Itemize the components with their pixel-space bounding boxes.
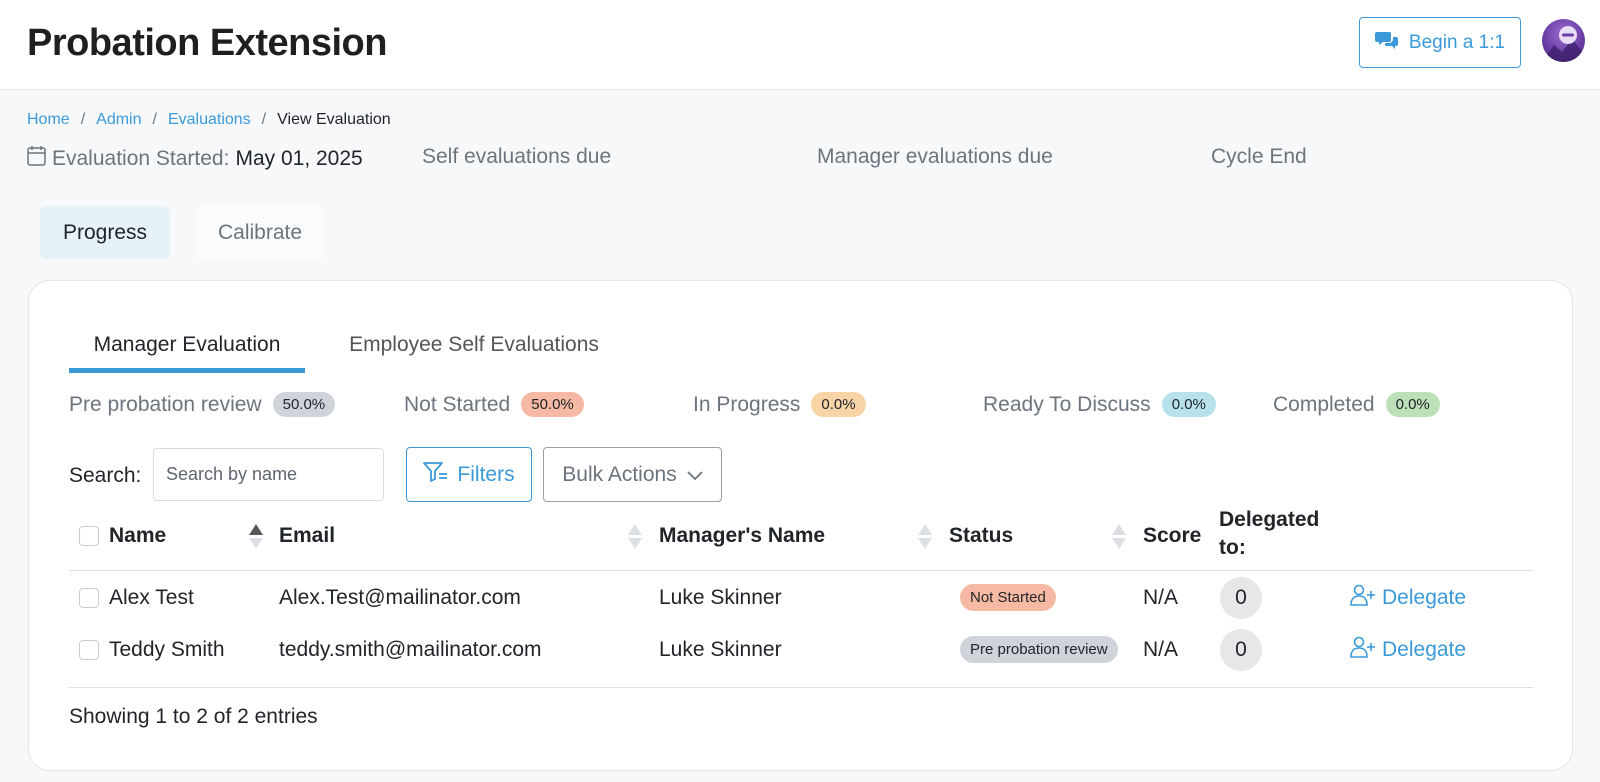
page-title: Probation Extension [27, 22, 387, 64]
table-row: Alex Test Alex.Test@mailinator.com Luke … [69, 572, 1533, 624]
evaluation-started: Evaluation Started: May 01, 2025 [27, 145, 363, 172]
table-entries-info: Showing 1 to 2 of 2 entries [69, 705, 318, 728]
cell-name: Alex Test [109, 586, 194, 609]
delegate-button[interactable]: Delegate [1350, 584, 1466, 612]
sort-status-icon[interactable] [1112, 524, 1126, 550]
stat-not-started: Not Started 50.0% [404, 392, 584, 417]
delegate-button[interactable]: Delegate [1350, 636, 1466, 664]
select-all-checkbox[interactable] [79, 526, 99, 546]
manager-evaluations-due: Manager evaluations due [817, 145, 1053, 168]
cycle-end: Cycle End [1211, 145, 1307, 168]
stat-badge: 0.0% [1385, 392, 1440, 417]
filters-label: Filters [457, 462, 515, 486]
sort-name-icon[interactable] [249, 524, 263, 550]
cell-score: N/A [1143, 638, 1179, 661]
status-badge: Not Started [960, 584, 1056, 611]
column-name[interactable]: Name [109, 524, 166, 548]
breadcrumb-current: View Evaluation [277, 111, 391, 128]
cell-email: teddy.smith@mailinator.com [279, 638, 542, 661]
status-badge: Pre probation review [960, 636, 1118, 663]
stat-label: Completed [1273, 392, 1375, 416]
stat-pre-probation-review: Pre probation review 50.0% [69, 392, 336, 417]
cell-name: Teddy Smith [109, 638, 225, 661]
breadcrumb-separator: / [152, 111, 157, 128]
add-user-icon [1350, 636, 1376, 664]
breadcrumb-admin[interactable]: Admin [96, 111, 141, 129]
begin-one-on-one-button[interactable]: Begin a 1:1 [1359, 17, 1521, 68]
chevron-down-icon [687, 463, 703, 487]
stat-label: Ready To Discuss [983, 392, 1151, 416]
stat-label: In Progress [693, 392, 801, 416]
filter-icon [423, 461, 449, 489]
search-input[interactable] [153, 448, 384, 501]
evaluation-started-value: May 01, 2025 [235, 146, 363, 170]
evaluation-started-label: Evaluation Started: [52, 146, 230, 170]
stat-label: Pre probation review [69, 392, 262, 416]
bulk-actions-label: Bulk Actions [562, 462, 677, 486]
table-row: Teddy Smith teddy.smith@mailinator.com L… [69, 624, 1533, 676]
stat-completed: Completed 0.0% [1273, 392, 1440, 417]
delegated-count: 0 [1220, 577, 1262, 619]
row-checkbox[interactable] [79, 640, 99, 660]
tab-employee-self-evaluations[interactable]: Employee Self Evaluations [339, 333, 609, 373]
column-manager-name[interactable]: Manager's Name [659, 524, 825, 548]
stat-badge: 50.0% [272, 392, 336, 417]
delegated-count: 0 [1220, 629, 1262, 671]
stat-badge: 0.0% [1161, 392, 1216, 417]
cell-score: N/A [1143, 586, 1179, 609]
self-evaluations-due: Self evaluations due [422, 145, 612, 168]
cell-manager: Luke Skinner [659, 586, 782, 609]
cell-manager: Luke Skinner [659, 638, 782, 661]
filters-button[interactable]: Filters [406, 447, 532, 502]
breadcrumb-evaluations[interactable]: Evaluations [168, 111, 251, 129]
breadcrumb-separator: / [261, 111, 267, 128]
begin-one-on-one-label: Begin a 1:1 [1408, 31, 1506, 53]
stat-badge: 50.0% [521, 392, 584, 417]
evaluation-dates: Evaluation Started: May 01, 2025 Self ev… [27, 145, 1427, 175]
sort-email-icon[interactable] [628, 524, 642, 550]
sort-manager-icon[interactable] [918, 524, 932, 550]
top-bar: Probation Extension Begin a 1:1 [0, 0, 1600, 90]
stat-in-progress: In Progress 0.0% [693, 392, 866, 417]
column-delegated-to: Delegated to: [1219, 508, 1319, 560]
tab-manager-evaluation[interactable]: Manager Evaluation [69, 333, 305, 373]
stat-label: Not Started [404, 392, 511, 416]
breadcrumb: Home / Admin / Evaluations / View Evalua… [27, 111, 391, 129]
table-header: Name Email Manager's Name Status Score D… [69, 508, 1533, 571]
breadcrumb-home[interactable]: Home [27, 111, 70, 129]
tab-calibrate[interactable]: Calibrate [195, 206, 325, 259]
row-checkbox[interactable] [79, 588, 99, 608]
stat-badge: 0.0% [811, 392, 866, 417]
calendar-icon [27, 145, 46, 172]
chat-bubbles-icon [1374, 30, 1399, 56]
column-delegated-line1: Delegated [1219, 508, 1320, 531]
search-label: Search: [69, 464, 142, 487]
add-user-icon [1350, 584, 1376, 612]
tab-progress[interactable]: Progress [40, 206, 170, 259]
column-delegated-line2: to: [1219, 536, 1246, 559]
avatar[interactable] [1542, 19, 1585, 62]
column-email[interactable]: Email [279, 524, 335, 548]
bulk-actions-dropdown[interactable]: Bulk Actions [543, 447, 722, 502]
stat-ready-to-discuss: Ready To Discuss 0.0% [983, 392, 1216, 417]
delegate-label: Delegate [1382, 586, 1467, 609]
delegate-label: Delegate [1382, 638, 1467, 661]
table-divider [69, 687, 1533, 688]
cell-email: Alex.Test@mailinator.com [279, 586, 521, 609]
column-status[interactable]: Status [949, 524, 1013, 548]
evaluation-card: Manager Evaluation Employee Self Evaluat… [28, 280, 1573, 771]
breadcrumb-separator: / [80, 111, 86, 128]
column-score: Score [1143, 524, 1202, 547]
